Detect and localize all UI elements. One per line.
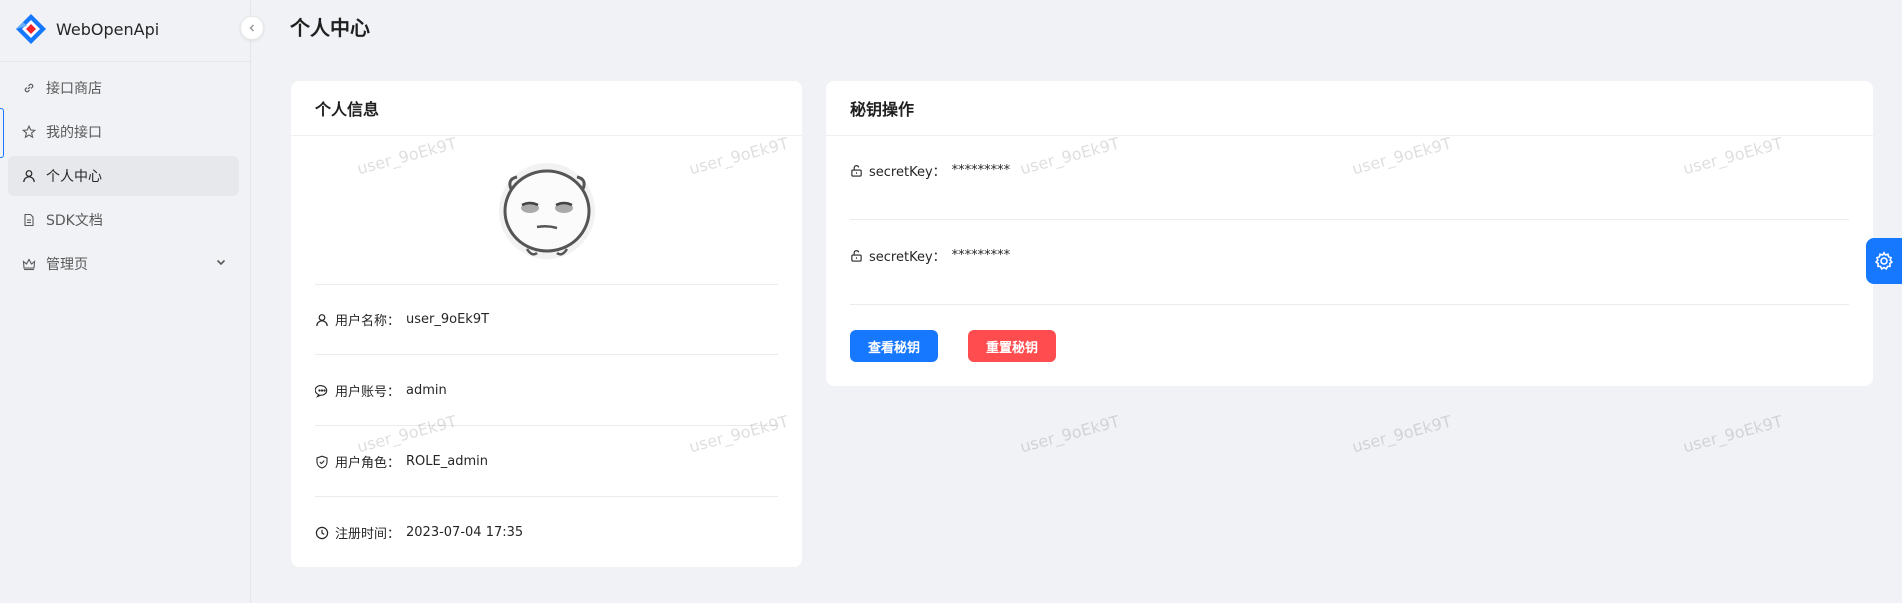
app-title: WebOpenApi xyxy=(56,19,160,39)
sidebar-item-label: SDK文档 xyxy=(46,213,103,229)
register-time-value: 2023-07-04 17:35 xyxy=(406,525,524,540)
divider xyxy=(850,219,1849,220)
drawer-handle[interactable] xyxy=(0,108,4,158)
shield-icon xyxy=(316,455,328,469)
sidebar-item-profile[interactable]: 个人中心 xyxy=(8,156,239,196)
collapse-sidebar-button[interactable] xyxy=(240,16,264,40)
unlock-icon xyxy=(851,250,862,262)
logo[interactable]: WebOpenApi xyxy=(14,14,159,44)
divider xyxy=(315,284,778,285)
role-label: 用户角色： xyxy=(335,456,401,471)
watermark: user_9oEk9T xyxy=(1350,411,1454,457)
logo-icon xyxy=(16,14,46,44)
clock-icon xyxy=(315,526,329,539)
page-title: 个人中心 xyxy=(290,16,370,40)
divider xyxy=(315,496,778,497)
sidebar-item-sdk-docs[interactable]: SDK文档 xyxy=(8,200,239,240)
user-icon xyxy=(23,170,35,183)
register-time-label: 注册时间： xyxy=(335,527,401,542)
role-row: 用户角色： ROLE_admin xyxy=(315,452,488,471)
sidebar-item-label: 管理页 xyxy=(46,257,88,273)
divider xyxy=(850,304,1849,305)
star-icon xyxy=(22,125,36,139)
sidebar-item-api-store[interactable]: 接口商店 xyxy=(8,68,239,108)
secret-key-label: secretKey： xyxy=(869,250,946,265)
view-secret-button[interactable]: 查看秘钥 xyxy=(850,330,938,362)
account-value: admin xyxy=(406,383,447,398)
profile-card: 个人信息 用户名称： user_9oEk9T 用户账号： admin 用户角色：… xyxy=(291,81,802,567)
role-value: ROLE_admin xyxy=(406,454,488,469)
secret-card: 秘钥操作 secretKey： ********* secretKey： ***… xyxy=(826,81,1873,386)
sidebar-item-admin[interactable]: 管理页 xyxy=(8,244,239,284)
sidebar-menu: 接口商店 我的接口 个人中心 SDK文档 管理页 xyxy=(8,68,239,288)
reset-secret-button[interactable]: 重置秘钥 xyxy=(968,330,1056,362)
secret-key-row: secretKey： ********* xyxy=(850,246,1010,265)
watermark: user_9oEk9T xyxy=(1681,411,1785,457)
sidebar-item-label: 个人中心 xyxy=(46,169,102,185)
sidebar-divider xyxy=(0,61,251,62)
secret-key-value: ********* xyxy=(951,248,1011,263)
sidebar: WebOpenApi 接口商店 我的接口 个人中心 SDK文档 管理页 xyxy=(0,0,251,603)
account-label: 用户账号： xyxy=(335,385,401,400)
watermark: user_9oEk9T xyxy=(1018,411,1122,457)
username-row: 用户名称： user_9oEk9T xyxy=(315,310,489,329)
sidebar-item-label: 我的接口 xyxy=(46,125,102,141)
avatar[interactable] xyxy=(497,161,597,261)
register-time-row: 注册时间： 2023-07-04 17:35 xyxy=(315,523,523,542)
profile-card-title: 个人信息 xyxy=(291,81,802,136)
unlock-icon xyxy=(851,165,862,177)
gear-icon xyxy=(1874,251,1894,271)
sidebar-item-label: 接口商店 xyxy=(46,81,102,97)
secret-key-row: secretKey： ********* xyxy=(850,161,1010,180)
user-icon xyxy=(316,313,328,326)
secret-key-label: secretKey： xyxy=(869,165,946,180)
chevron-down-icon[interactable] xyxy=(215,256,227,268)
crown-icon xyxy=(22,258,36,271)
file-icon xyxy=(24,213,34,227)
comment-icon xyxy=(315,384,328,398)
username-label: 用户名称： xyxy=(335,314,401,329)
account-row: 用户账号： admin xyxy=(315,381,447,400)
secret-card-title: 秘钥操作 xyxy=(826,81,1873,136)
divider xyxy=(315,425,778,426)
chevron-left-icon xyxy=(249,24,255,32)
link-icon xyxy=(24,83,34,93)
username-value: user_9oEk9T xyxy=(406,312,490,327)
sidebar-item-my-apis[interactable]: 我的接口 xyxy=(8,112,239,152)
secret-key-value: ********* xyxy=(951,163,1011,178)
settings-button[interactable] xyxy=(1866,238,1902,284)
divider xyxy=(315,354,778,355)
